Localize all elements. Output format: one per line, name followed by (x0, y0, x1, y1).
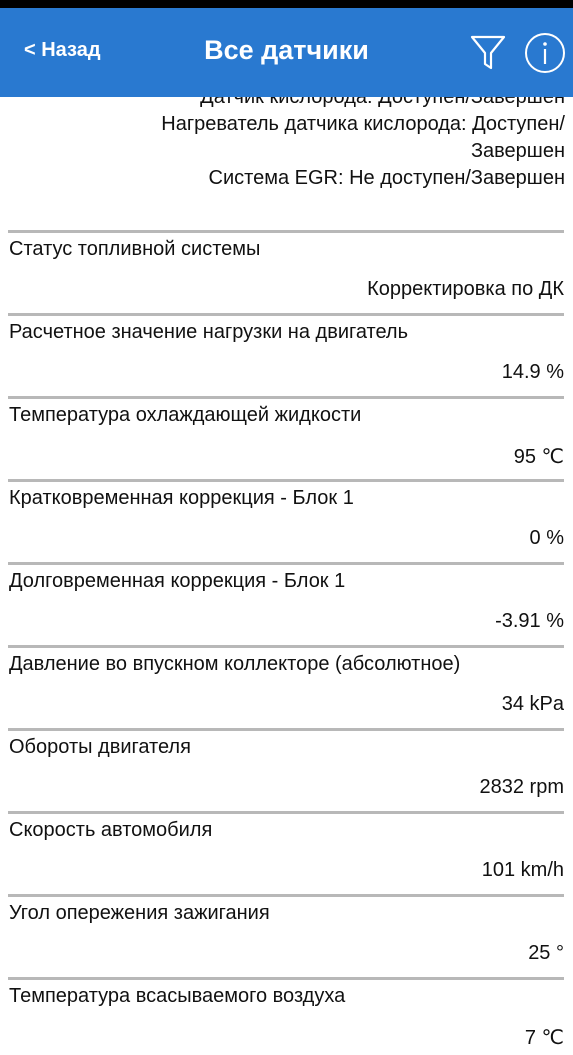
row-divider (8, 728, 564, 731)
monitor-line: Завершен (470, 140, 565, 162)
row-divider (8, 645, 564, 648)
sensor-name: Обороты двигателя (9, 736, 191, 758)
info-button[interactable] (524, 32, 566, 74)
info-circle-icon (525, 33, 565, 73)
row-divider (8, 894, 564, 897)
sensor-row: Кратковременная коррекция - Блок 1 0 % (0, 479, 573, 562)
sensor-name: Угол опережения зажигания (9, 902, 270, 924)
sensor-row: Расчетное значение нагрузки на двигатель… (0, 313, 573, 396)
monitor-line: Нагреватель датчика кислорода: Доступен/ (161, 113, 565, 135)
app-bar: < Назад Все датчики (0, 8, 573, 97)
sensor-name: Кратковременная коррекция - Блок 1 (9, 487, 354, 509)
sensor-row: Долговременная коррекция - Блок 1 -3.91 … (0, 562, 573, 645)
monitor-line: Система EGR: Не доступен/Завершен (208, 167, 565, 189)
row-divider (8, 313, 564, 316)
row-divider (8, 811, 564, 814)
sensor-row: Статус топливной системы Корректировка п… (0, 230, 573, 313)
sensor-value: 7 ℃ (524, 1027, 564, 1049)
sensor-value: 34 kPa (501, 693, 564, 715)
sensor-value: Корректировка по ДК (367, 278, 564, 300)
sensor-value: 0 % (529, 527, 564, 549)
row-divider (8, 230, 564, 233)
row-divider (8, 396, 564, 399)
sensor-row: Температура всасываемого воздуха 7 ℃ (0, 977, 573, 1055)
sensor-row: Обороты двигателя 2832 rpm (0, 728, 573, 811)
sensor-value: 2832 rpm (479, 776, 565, 798)
sensor-value: 25 ° (528, 942, 564, 964)
sensor-row: Температура охлаждающей жидкости 95 ℃ (0, 396, 573, 479)
sensor-row: Угол опережения зажигания 25 ° (0, 894, 573, 977)
row-divider (8, 479, 564, 482)
sensor-value: 95 ℃ (513, 446, 564, 468)
filter-button[interactable] (468, 32, 508, 72)
sensor-value: 14.9 % (501, 361, 564, 383)
sensor-name: Давление во впускном коллекторе (абсолют… (9, 653, 461, 675)
sensor-name: Расчетное значение нагрузки на двигатель (9, 321, 409, 343)
sensor-value: -3.91 % (495, 610, 564, 632)
monitor-status-block: Датчик кислорода: Доступен/Завершен Нагр… (0, 97, 565, 192)
sensor-name: Температура всасываемого воздуха (9, 985, 346, 1007)
sensor-value: 101 km/h (481, 859, 564, 881)
filter-funnel-icon (470, 35, 506, 70)
sensor-name: Статус топливной системы (9, 238, 261, 260)
row-divider (8, 977, 564, 980)
sensor-name: Скорость автомобиля (9, 819, 213, 841)
monitor-line: Датчик кислорода: Доступен/Завершен (200, 97, 565, 108)
status-bar (0, 0, 573, 8)
row-divider (8, 562, 564, 565)
back-button[interactable]: < Назад (24, 39, 101, 62)
sensor-name: Температура охлаждающей жидкости (9, 404, 362, 426)
sensor-row: Давление во впускном коллекторе (абсолют… (0, 645, 573, 728)
sensor-scroll-area[interactable]: Датчик кислорода: Доступен/Завершен Нагр… (0, 97, 573, 1055)
sensor-name: Долговременная коррекция - Блок 1 (9, 570, 346, 592)
sensor-row: Скорость автомобиля 101 km/h (0, 811, 573, 894)
sensor-list: Статус топливной системы Корректировка п… (0, 230, 573, 1055)
